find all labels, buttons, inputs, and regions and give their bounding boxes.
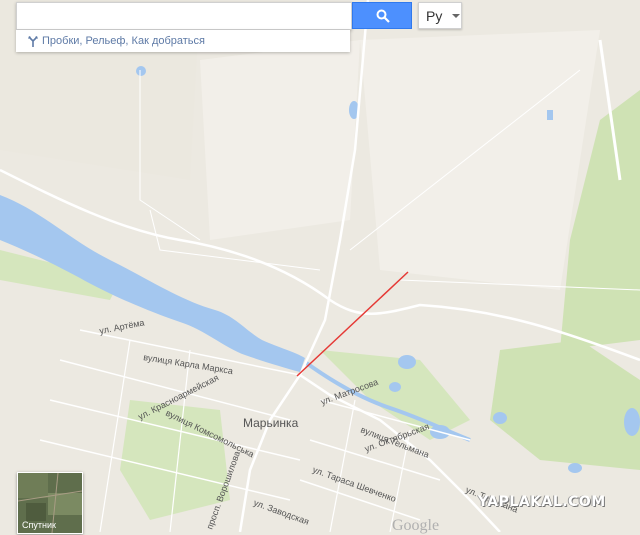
town-label[interactable]: Марьинка	[243, 416, 299, 430]
pond	[389, 382, 401, 392]
map-canvas[interactable]: Марьинка ул. Артёма вулиця Карла Маркса …	[0, 0, 640, 532]
field-area	[360, 30, 600, 290]
satellite-label: Спутник	[22, 520, 56, 530]
satellite-toggle[interactable]: Спутник	[17, 472, 83, 534]
pond	[136, 66, 146, 76]
search-button[interactable]	[352, 2, 412, 29]
language-selector[interactable]: Ру	[418, 2, 462, 29]
watermark: YAPLAKAL.COM	[478, 494, 606, 510]
pond	[568, 463, 582, 473]
pond	[624, 408, 640, 436]
route-fork-icon	[28, 36, 38, 47]
google-logo: Google	[392, 517, 440, 534]
pond	[547, 110, 553, 120]
pond	[493, 412, 507, 424]
chevron-down-icon	[452, 14, 460, 18]
search-suggestions[interactable]: Пробки, Рельеф, Как добраться	[16, 30, 350, 52]
suggest-links[interactable]: Пробки, Рельеф, Как добраться	[42, 30, 205, 52]
search-box[interactable]	[16, 2, 353, 30]
pond	[398, 355, 416, 369]
field-area	[200, 40, 360, 240]
language-label: Ру	[426, 8, 443, 24]
search-input[interactable]	[17, 3, 353, 27]
search-icon	[376, 9, 390, 23]
